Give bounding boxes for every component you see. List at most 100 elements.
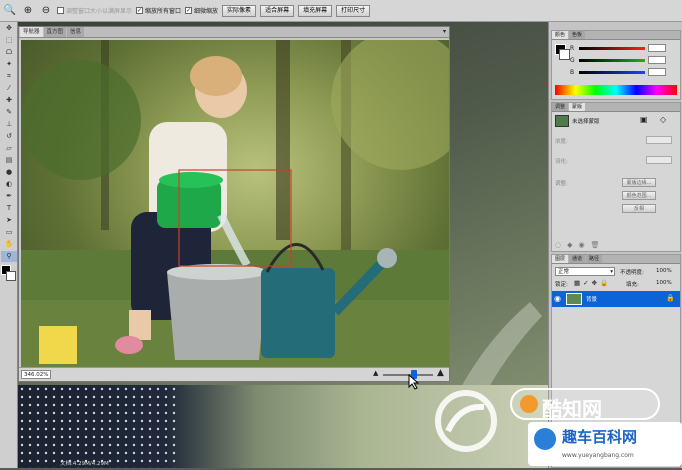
shape-tool-icon[interactable]: ▭ xyxy=(1,227,17,238)
crop-tool-icon[interactable]: ⌗ xyxy=(1,71,17,82)
zoom-out-icon[interactable]: ⊖ xyxy=(39,4,53,18)
tab-histogram[interactable]: 直方图 xyxy=(43,27,67,37)
load-selection-icon[interactable]: ◌ xyxy=(555,241,561,249)
background-color-swatch[interactable] xyxy=(559,49,570,60)
tab-paths[interactable]: 路径 xyxy=(586,255,603,263)
marquee-tool-icon[interactable]: ⬚ xyxy=(1,35,17,46)
feather-label: 羽化: xyxy=(555,159,568,165)
channel-label: R xyxy=(570,44,575,52)
layers-panel-tabs: 图层 通道 路径 xyxy=(552,255,680,264)
dodge-tool-icon[interactable]: ◐ xyxy=(1,179,17,190)
color-panel: 颜色 色板 R G B xyxy=(551,30,681,100)
toolbox: ✥ ⬚ ᗝ ✦ ⌗ ⁄ ✚ ✎ ⊥ ↺ ▱ ▤ ● ◐ ✒ T ➤ ▭ ✋ ⚲ xyxy=(0,22,18,468)
healing-brush-tool-icon[interactable]: ✚ xyxy=(1,95,17,106)
lock-image-icon[interactable]: ✓ xyxy=(583,279,588,287)
lasso-tool-icon[interactable]: ᗝ xyxy=(1,47,17,58)
red-value-field[interactable] xyxy=(648,44,666,52)
eyedropper-tool-icon[interactable]: ⁄ xyxy=(1,83,17,94)
opacity-value[interactable]: 100% xyxy=(656,268,672,274)
checkbox-label: 细微缩放 xyxy=(194,8,219,15)
fill-screen-button[interactable]: 填充屏幕 xyxy=(298,4,333,17)
green-track[interactable] xyxy=(579,58,645,62)
color-range-button[interactable]: 颜色范围... xyxy=(622,191,656,200)
history-brush-tool-icon[interactable]: ↺ xyxy=(1,131,17,142)
invert-button[interactable]: 反相 xyxy=(622,204,656,213)
tab-navigator[interactable]: 导航器 xyxy=(20,27,43,37)
checkbox-box: ✓ xyxy=(185,7,193,14)
zoom-tool-icon[interactable]: 🔍 xyxy=(3,4,17,18)
options-bar: 🔍 ⊕ ⊖ 调整窗口大小以满屏显示 ✓ 缩放所有窗口 ✓ 细微缩放 实际像素 适… xyxy=(0,0,682,22)
type-tool-icon[interactable]: T xyxy=(1,203,17,214)
disable-mask-icon[interactable]: ◉ xyxy=(579,241,585,249)
blue-track[interactable] xyxy=(579,70,645,74)
clone-stamp-tool-icon[interactable]: ⊥ xyxy=(1,119,17,130)
pen-tool-icon[interactable]: ✒ xyxy=(1,191,17,202)
density-label: 浓度: xyxy=(555,139,568,145)
blue-channel-slider[interactable]: B xyxy=(570,68,666,76)
lock-transparent-icon[interactable]: ▦ xyxy=(574,279,580,287)
fill-value[interactable]: 100% xyxy=(656,280,672,286)
gradient-tool-icon[interactable]: ▤ xyxy=(1,155,17,166)
zoom-in-icon[interactable]: ⊕ xyxy=(21,4,35,18)
pixel-mask-icon[interactable]: ▣ xyxy=(640,115,648,124)
mask-edge-button[interactable]: 蒙版边缘... xyxy=(622,178,656,187)
red-track[interactable] xyxy=(579,46,645,50)
resize-windows-checkbox[interactable]: 调整窗口大小以满屏显示 xyxy=(57,6,132,15)
zoom-tool-icon[interactable]: ⚲ xyxy=(1,251,17,262)
scrubby-zoom-checkbox[interactable]: ✓ 细微缩放 xyxy=(185,6,218,15)
path-selection-tool-icon[interactable]: ➤ xyxy=(1,215,17,226)
mouse-cursor-icon xyxy=(408,374,420,390)
tab-adjustments[interactable]: 调整 xyxy=(552,103,569,111)
delete-mask-icon[interactable]: 🗑 xyxy=(591,241,600,249)
photo-illustration xyxy=(21,40,449,368)
checkbox-label: 调整窗口大小以满屏显示 xyxy=(66,8,133,15)
background-color-swatch[interactable] xyxy=(6,271,16,281)
lock-position-icon[interactable]: ✥ xyxy=(592,279,597,287)
blue-value-field[interactable] xyxy=(648,68,666,76)
fill-label: 填充: xyxy=(626,282,639,288)
layer-thumbnail xyxy=(566,293,582,305)
tab-layers[interactable]: 图层 xyxy=(552,255,569,263)
panel-menu-icon[interactable]: ▾ xyxy=(440,27,449,37)
magic-wand-tool-icon[interactable]: ✦ xyxy=(1,59,17,70)
density-field[interactable] xyxy=(646,136,672,144)
layer-name: 背景 xyxy=(586,297,598,303)
brush-tool-icon[interactable]: ✎ xyxy=(1,107,17,118)
masks-footer-icons: ◌ ◆ ◉ 🗑 xyxy=(555,241,600,249)
zoom-all-windows-checkbox[interactable]: ✓ 缩放所有窗口 xyxy=(136,6,181,15)
zoom-in-large-icon[interactable]: ▲ xyxy=(437,368,444,378)
navigator-status-bar: 346.02% ▲ ▲ xyxy=(19,367,449,381)
feather-field[interactable] xyxy=(646,156,672,164)
print-size-button[interactable]: 打印尺寸 xyxy=(336,4,371,17)
watermark-logo-icon xyxy=(435,390,497,452)
green-value-field[interactable] xyxy=(648,56,666,64)
actual-pixels-button[interactable]: 实际像素 xyxy=(222,4,257,17)
green-channel-slider[interactable]: G xyxy=(570,56,666,64)
color-swatches[interactable] xyxy=(0,263,17,287)
eraser-tool-icon[interactable]: ▱ xyxy=(1,143,17,154)
blend-mode-select[interactable]: 正常 ▾ xyxy=(555,267,615,276)
hand-tool-icon[interactable]: ✋ xyxy=(1,239,17,250)
masks-panel: 调整 蒙版 未选择蒙版 ▣ ◇ 浓度: 羽化: 调整: 蒙版边缘... 颜色范围… xyxy=(551,102,681,252)
move-tool-icon[interactable]: ✥ xyxy=(1,23,17,34)
navigator-photo xyxy=(21,40,449,368)
color-spectrum-bar[interactable] xyxy=(555,85,677,95)
red-channel-slider[interactable]: R xyxy=(570,44,666,52)
zoom-out-small-icon[interactable]: ▲ xyxy=(373,369,378,377)
eye-visibility-icon[interactable]: ◉ xyxy=(554,294,561,303)
fit-screen-button[interactable]: 适合屏幕 xyxy=(260,4,295,17)
tab-masks[interactable]: 蒙版 xyxy=(569,103,586,111)
zoom-readout[interactable]: 346.02% xyxy=(21,370,51,379)
tab-swatches[interactable]: 色板 xyxy=(569,31,586,39)
channel-label: G xyxy=(570,56,575,64)
lock-all-icon[interactable]: 🔒 xyxy=(600,279,608,287)
lock-icons: ▦ ✓ ✥ 🔒 xyxy=(574,279,608,287)
tab-info[interactable]: 信息 xyxy=(67,27,85,37)
vector-mask-icon[interactable]: ◇ xyxy=(660,115,666,124)
apply-mask-icon[interactable]: ◆ xyxy=(567,241,572,249)
tab-color[interactable]: 颜色 xyxy=(552,31,569,39)
layer-row-background[interactable]: ◉ 背景 🔒 xyxy=(552,291,680,307)
checkbox-label: 缩放所有窗口 xyxy=(145,8,182,15)
blur-tool-icon[interactable]: ● xyxy=(1,167,17,178)
tab-channels[interactable]: 通道 xyxy=(569,255,586,263)
